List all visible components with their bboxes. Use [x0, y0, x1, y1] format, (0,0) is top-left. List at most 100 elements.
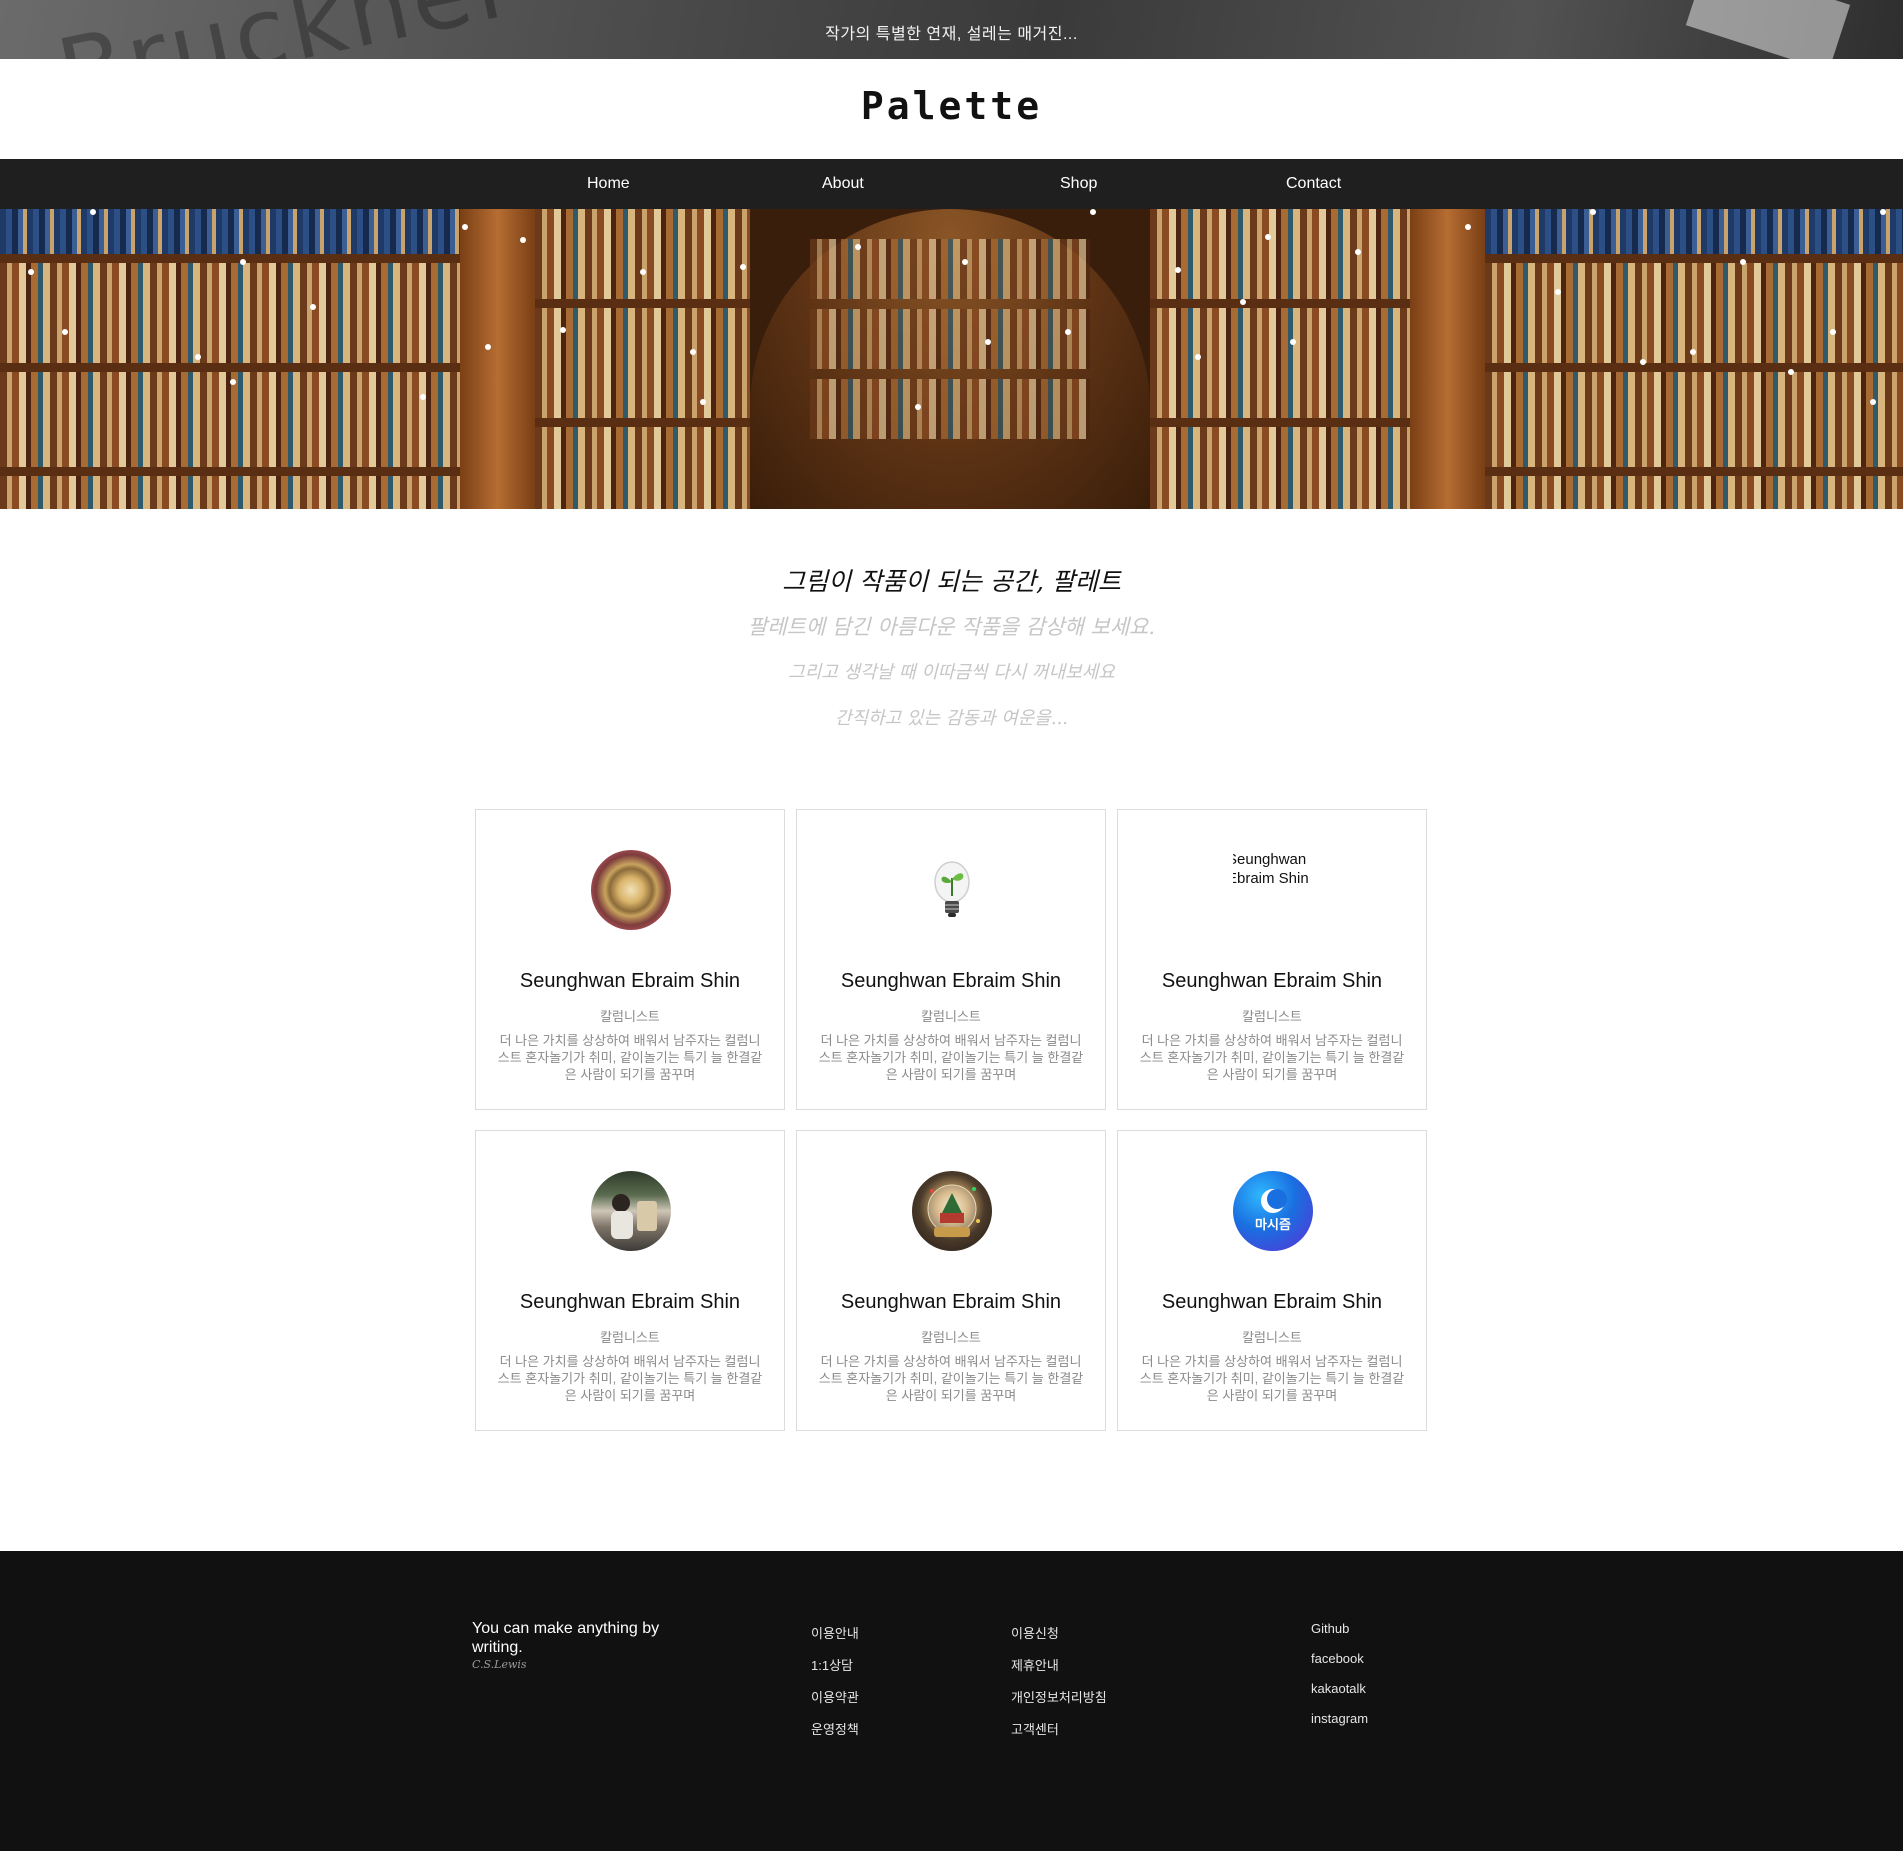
writer-card[interactable]: Seunghwan Ebraim Shin 칼럼니스트 더 나은 가치를 상상하… — [796, 1130, 1106, 1431]
nav-item-about[interactable]: About — [822, 175, 864, 193]
masijum-logo-icon: 마시즘 — [1255, 1189, 1291, 1233]
snow-particle — [1690, 349, 1696, 355]
snow-particle — [485, 344, 491, 350]
footer-link-policy[interactable]: 운영정책 — [811, 1719, 859, 1738]
writer-role: 칼럼니스트 — [600, 1009, 660, 1024]
intro-section: 그림이 작품이 되는 공간, 팔레트 팔레트에 담긴 아름다운 작품을 감상해 … — [0, 560, 1903, 742]
writer-card[interactable]: 마시즘 Seunghwan Ebraim Shin 칼럼니스트 더 나은 가치를… — [1117, 1130, 1427, 1431]
writer-name[interactable]: Seunghwan Ebraim Shin — [476, 970, 784, 993]
intro-line-3: 간직하고 있는 감동과 여운을... — [834, 708, 1069, 729]
footer-link-usage-guide[interactable]: 이용안내 — [811, 1623, 859, 1642]
snow-particle — [740, 264, 746, 270]
writer-card[interactable]: Seunghwan Ebraim Shin 칼럼니스트 더 나은 가치를 상상하… — [475, 1130, 785, 1431]
masijum-logo-text: 마시즘 — [1255, 1217, 1291, 1233]
snow-particle — [1788, 369, 1794, 375]
snow-particle — [62, 329, 68, 335]
snow-particle — [1740, 259, 1746, 265]
snow-particle — [962, 259, 968, 265]
right-bookshelf — [1485, 209, 1903, 509]
snow-particle — [855, 244, 861, 250]
person-photo-icon — [611, 1194, 657, 1239]
writer-role: 칼럼니스트 — [1242, 1330, 1302, 1345]
main-nav: Home About Shop Contact — [0, 159, 1903, 209]
snow-particle — [462, 224, 468, 230]
footer-link-terms[interactable]: 이용약관 — [811, 1687, 859, 1706]
snow-particle — [700, 399, 706, 405]
footer-social-facebook[interactable]: facebook — [1311, 1651, 1364, 1666]
announcement-bar: Bruckner 작가의 특별한 연재, 설레는 매거진... — [0, 0, 1903, 59]
writer-name[interactable]: Seunghwan Ebraim Shin — [797, 970, 1105, 993]
snow-particle — [1065, 329, 1071, 335]
footer-link-apply[interactable]: 이용신청 — [1011, 1623, 1059, 1642]
writer-card[interactable]: Seunghwan Ebraim Shin Seunghwan Ebraim S… — [1117, 809, 1427, 1110]
snow-particle — [1195, 354, 1201, 360]
footer-quote-author: C.S.Lewis — [472, 1658, 527, 1671]
snow-particle — [420, 394, 426, 400]
writer-description: 더 나은 가치를 상상하여 배워서 남주자는 컬럼니스트 혼자놀기가 취미, 같… — [497, 1033, 763, 1082]
footer-quote: You can make anything by writing. — [472, 1620, 660, 1656]
broken-image-alt-text: Seunghwan Ebraim Shin — [1233, 851, 1309, 887]
snow-particle — [1175, 267, 1181, 273]
writer-role: 칼럼니스트 — [921, 1009, 981, 1024]
snow-particle — [1870, 399, 1876, 405]
snow-particle — [1830, 329, 1836, 335]
writer-avatar — [912, 1171, 992, 1251]
footer-social-github[interactable]: Github — [1311, 1621, 1349, 1636]
footer-link-consultation[interactable]: 1:1상담 — [811, 1655, 853, 1674]
mid-left-bookshelf — [535, 209, 750, 509]
mid-right-bookshelf — [1150, 209, 1410, 509]
snow-particle — [520, 237, 526, 243]
snow-particle — [1090, 209, 1096, 215]
snow-particle — [640, 269, 646, 275]
footer-link-partnership[interactable]: 제휴안내 — [1011, 1655, 1059, 1674]
hero-library-banner — [0, 209, 1903, 509]
snow-particle — [240, 259, 246, 265]
writer-name[interactable]: Seunghwan Ebraim Shin — [797, 1291, 1105, 1314]
snow-particle — [90, 209, 96, 215]
writer-role: 칼럼니스트 — [600, 1330, 660, 1345]
snow-particle — [690, 349, 696, 355]
snow-globe-icon — [927, 1184, 980, 1237]
writer-description: 더 나은 가치를 상상하여 배워서 남주자는 컬럼니스트 혼자놀기가 취미, 같… — [818, 1033, 1084, 1082]
writer-description: 더 나은 가치를 상상하여 배워서 남주자는 컬럼니스트 혼자놀기가 취미, 같… — [1139, 1354, 1405, 1403]
library-arch — [750, 209, 1150, 509]
writer-card[interactable]: Seunghwan Ebraim Shin 칼럼니스트 더 나은 가치를 상상하… — [475, 809, 785, 1110]
writer-description: 더 나은 가치를 상상하여 배워서 남주자는 컬럼니스트 혼자놀기가 취미, 같… — [1139, 1033, 1405, 1082]
snow-particle — [1555, 289, 1561, 295]
writer-name[interactable]: Seunghwan Ebraim Shin — [476, 1291, 784, 1314]
writer-card[interactable]: Seunghwan Ebraim Shin 칼럼니스트 더 나은 가치를 상상하… — [796, 809, 1106, 1110]
left-bookshelf — [0, 209, 460, 509]
writer-name[interactable]: Seunghwan Ebraim Shin — [1118, 1291, 1426, 1314]
logo-band: Palette — [0, 59, 1903, 159]
lightbulb-plant-icon — [934, 861, 970, 917]
snow-particle — [1355, 249, 1361, 255]
writer-avatar — [591, 1171, 671, 1251]
nav-item-shop[interactable]: Shop — [1060, 175, 1097, 193]
nav-item-contact[interactable]: Contact — [1286, 175, 1341, 193]
writer-name[interactable]: Seunghwan Ebraim Shin — [1118, 970, 1426, 993]
writer-avatar: 마시즘 — [1233, 1171, 1313, 1251]
snow-particle — [310, 304, 316, 310]
writer-role: 칼럼니스트 — [1242, 1009, 1302, 1024]
snow-particle — [1465, 224, 1471, 230]
snow-particle — [230, 379, 236, 385]
snow-particle — [560, 327, 566, 333]
intro-title: 그림이 작품이 되는 공간, 팔레트 — [782, 567, 1121, 596]
announcement-text: 작가의 특별한 연재, 설레는 매거진... — [825, 26, 1078, 43]
nav-item-home[interactable]: Home — [587, 175, 630, 193]
footer-social-instagram[interactable]: instagram — [1311, 1711, 1368, 1726]
footer-link-privacy[interactable]: 개인정보처리방침 — [1011, 1687, 1107, 1706]
writer-description: 더 나은 가치를 상상하여 배워서 남주자는 컬럼니스트 혼자놀기가 취미, 같… — [818, 1354, 1084, 1403]
intro-line-2: 그리고 생각날 때 이따금씩 다시 꺼내보세요 — [788, 662, 1115, 683]
snow-particle — [1240, 299, 1246, 305]
footer-social-kakaotalk[interactable]: kakaotalk — [1311, 1681, 1366, 1696]
writer-avatar — [912, 850, 992, 930]
snow-particle — [1265, 234, 1271, 240]
snow-particle — [1880, 209, 1886, 215]
snow-particle — [1590, 209, 1596, 215]
writer-description: 더 나은 가치를 상상하여 배워서 남주자는 컬럼니스트 혼자놀기가 취미, 같… — [497, 1354, 763, 1403]
site-logo[interactable]: Palette — [0, 84, 1903, 128]
snow-particle — [1640, 359, 1646, 365]
snow-particle — [915, 404, 921, 410]
footer-link-support[interactable]: 고객센터 — [1011, 1719, 1059, 1738]
